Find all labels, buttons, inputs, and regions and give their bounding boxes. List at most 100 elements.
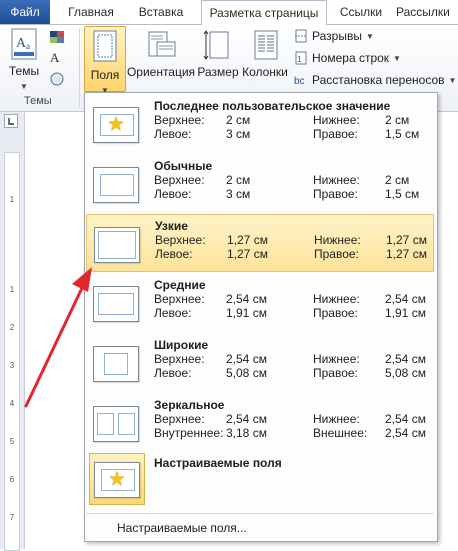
- left-value: 3 см: [226, 127, 251, 141]
- page-thumbnail: [94, 227, 140, 263]
- orientation-button[interactable]: Ориентация: [126, 28, 196, 79]
- ruler-number: 1: [9, 285, 15, 294]
- right-label: Правое:: [313, 127, 358, 141]
- top-label: Верхнее:: [154, 412, 205, 426]
- tab-mailings[interactable]: Рассылки: [396, 0, 458, 24]
- columns-label: Колонки: [242, 65, 288, 79]
- custom-margins-label: Настраиваемые поля...: [117, 521, 247, 535]
- outside-value: 2,54 см: [385, 426, 426, 440]
- line-numbers-button[interactable]: 1 Номера строк ▼: [294, 51, 401, 65]
- margin-preset-normal[interactable]: Обычные Верхнее: 2 см Нижнее: 2 см Левое…: [86, 155, 434, 213]
- theme-colors-button[interactable]: [48, 29, 70, 45]
- top-label: Верхнее:: [154, 113, 205, 127]
- bottom-value: 2,54 см: [385, 412, 426, 426]
- margins-button[interactable]: Поля ▼: [84, 26, 126, 95]
- margin-preset-mirrored[interactable]: Зеркальное Верхнее: 2,54 см Нижнее: 2,54…: [86, 394, 434, 452]
- tab-home[interactable]: Главная: [60, 0, 122, 24]
- custom-margins-menu-item[interactable]: Настраиваемые поля...: [117, 521, 247, 535]
- arrow-line: [24, 286, 84, 408]
- breaks-button[interactable]: Разрывы ▼: [294, 29, 374, 43]
- theme-fonts-button[interactable]: A: [48, 49, 70, 65]
- ruler-number: 2: [9, 323, 15, 332]
- top-value: 2,54 см: [226, 292, 267, 306]
- chevron-down-icon: ▼: [20, 82, 28, 91]
- left-value: 1,27 см: [227, 247, 268, 261]
- preset-title: Последнее пользовательское значение: [154, 99, 391, 113]
- left-label: Левое:: [154, 306, 192, 320]
- theme-effects-button[interactable]: [48, 71, 70, 87]
- margin-guide: [98, 293, 134, 315]
- page-thumbnail: [93, 406, 139, 442]
- right-value: 1,91 см: [385, 306, 426, 320]
- right-value: 1,5 см: [385, 127, 420, 141]
- top-label: Верхнее:: [154, 292, 205, 306]
- star-icon: ★: [108, 468, 126, 491]
- tab-selector-button[interactable]: [4, 114, 18, 128]
- columns-icon: [254, 30, 278, 60]
- preset-title: Широкие: [154, 338, 209, 352]
- left-label: Левое:: [154, 366, 192, 380]
- themes-group-label: Темы: [24, 95, 52, 107]
- themes-label: Темы: [8, 64, 40, 78]
- page-thumbnail: ★: [94, 462, 140, 498]
- bottom-label: Нижнее:: [313, 292, 360, 306]
- ruler-number: 6: [9, 475, 15, 484]
- margin-preset-moderate[interactable]: Средние Верхнее: 2,54 см Нижнее: 2,54 см…: [86, 274, 434, 332]
- svg-text:A: A: [50, 50, 60, 65]
- size-label: Размер: [197, 65, 239, 79]
- orientation-icon: [148, 31, 176, 57]
- bottom-value: 2 см: [385, 113, 410, 127]
- margins-icon: [93, 30, 117, 62]
- chevron-down-icon: ▼: [393, 53, 401, 63]
- margin-preset-narrow[interactable]: Узкие Верхнее: 1,27 см Нижнее: 1,27 см Л…: [86, 214, 434, 272]
- margin-preset-last-custom[interactable]: ★ Последнее пользовательское значение Ве…: [86, 95, 434, 153]
- ruler-number: 4: [9, 399, 15, 408]
- themes-button[interactable]: A a Темы ▼: [4, 27, 44, 92]
- size-icon: [203, 30, 229, 60]
- preset-title: Обычные: [154, 159, 213, 173]
- margin-guide: [104, 353, 128, 375]
- preset-title: Узкие: [155, 219, 188, 233]
- vertical-ruler: 1 1 2 3 4 5 6 7: [0, 112, 25, 551]
- tab-file[interactable]: Файл: [0, 0, 50, 24]
- right-value: 5,08 см: [385, 366, 426, 380]
- page-thumbnail: ★: [93, 107, 139, 143]
- ruler-number: 3: [9, 361, 15, 370]
- top-value: 2,54 см: [226, 352, 267, 366]
- theme-colors-icon: [50, 31, 64, 43]
- left-label: Левое:: [154, 127, 192, 141]
- hyphenation-label: Расстановка переносов: [312, 73, 445, 87]
- tab-page-layout[interactable]: Разметка страницы: [201, 0, 327, 26]
- ruler-number: 7: [9, 513, 15, 522]
- inside-label: Внутреннее:: [154, 426, 224, 440]
- tab-insert[interactable]: Вставка: [130, 0, 192, 24]
- columns-button[interactable]: Колонки: [240, 28, 290, 79]
- ribbon-tab-bar: Файл Главная Вставка Разметка страницы С…: [0, 0, 458, 26]
- top-value: 2 см: [226, 173, 251, 187]
- margins-label: Поля: [90, 68, 120, 82]
- bottom-label: Нижнее:: [313, 412, 360, 426]
- margin-guide: [118, 413, 135, 435]
- ruler-number: 5: [9, 437, 15, 446]
- top-label: Верхнее:: [154, 173, 205, 187]
- margin-preset-wide[interactable]: Широкие Верхнее: 2,54 см Нижнее: 2,54 см…: [86, 334, 434, 392]
- preset-title: Зеркальное: [154, 398, 225, 412]
- margin-guide: [98, 231, 136, 259]
- svg-text:bc: bc: [294, 76, 305, 87]
- hyphenation-button[interactable]: bc Расстановка переносов ▼: [294, 73, 456, 87]
- page-thumbnail: [93, 346, 139, 382]
- tab-references[interactable]: Ссылки: [334, 0, 388, 24]
- bottom-label: Нижнее:: [313, 113, 360, 127]
- size-button[interactable]: Размер: [197, 28, 239, 79]
- margin-preset-custom[interactable]: ★ Настраиваемые поля: [86, 452, 434, 510]
- bottom-label: Нижнее:: [313, 352, 360, 366]
- right-label: Правое:: [314, 247, 359, 261]
- preset-title: Настраиваемые поля: [154, 456, 282, 470]
- chevron-down-icon: ▼: [448, 75, 457, 85]
- top-label: Верхнее:: [154, 352, 205, 366]
- top-value: 2,54 см: [226, 412, 267, 426]
- right-value: 1,27 см: [386, 247, 427, 261]
- right-value: 1,5 см: [385, 187, 420, 201]
- margin-guide: [100, 174, 134, 196]
- right-label: Правое:: [313, 366, 358, 380]
